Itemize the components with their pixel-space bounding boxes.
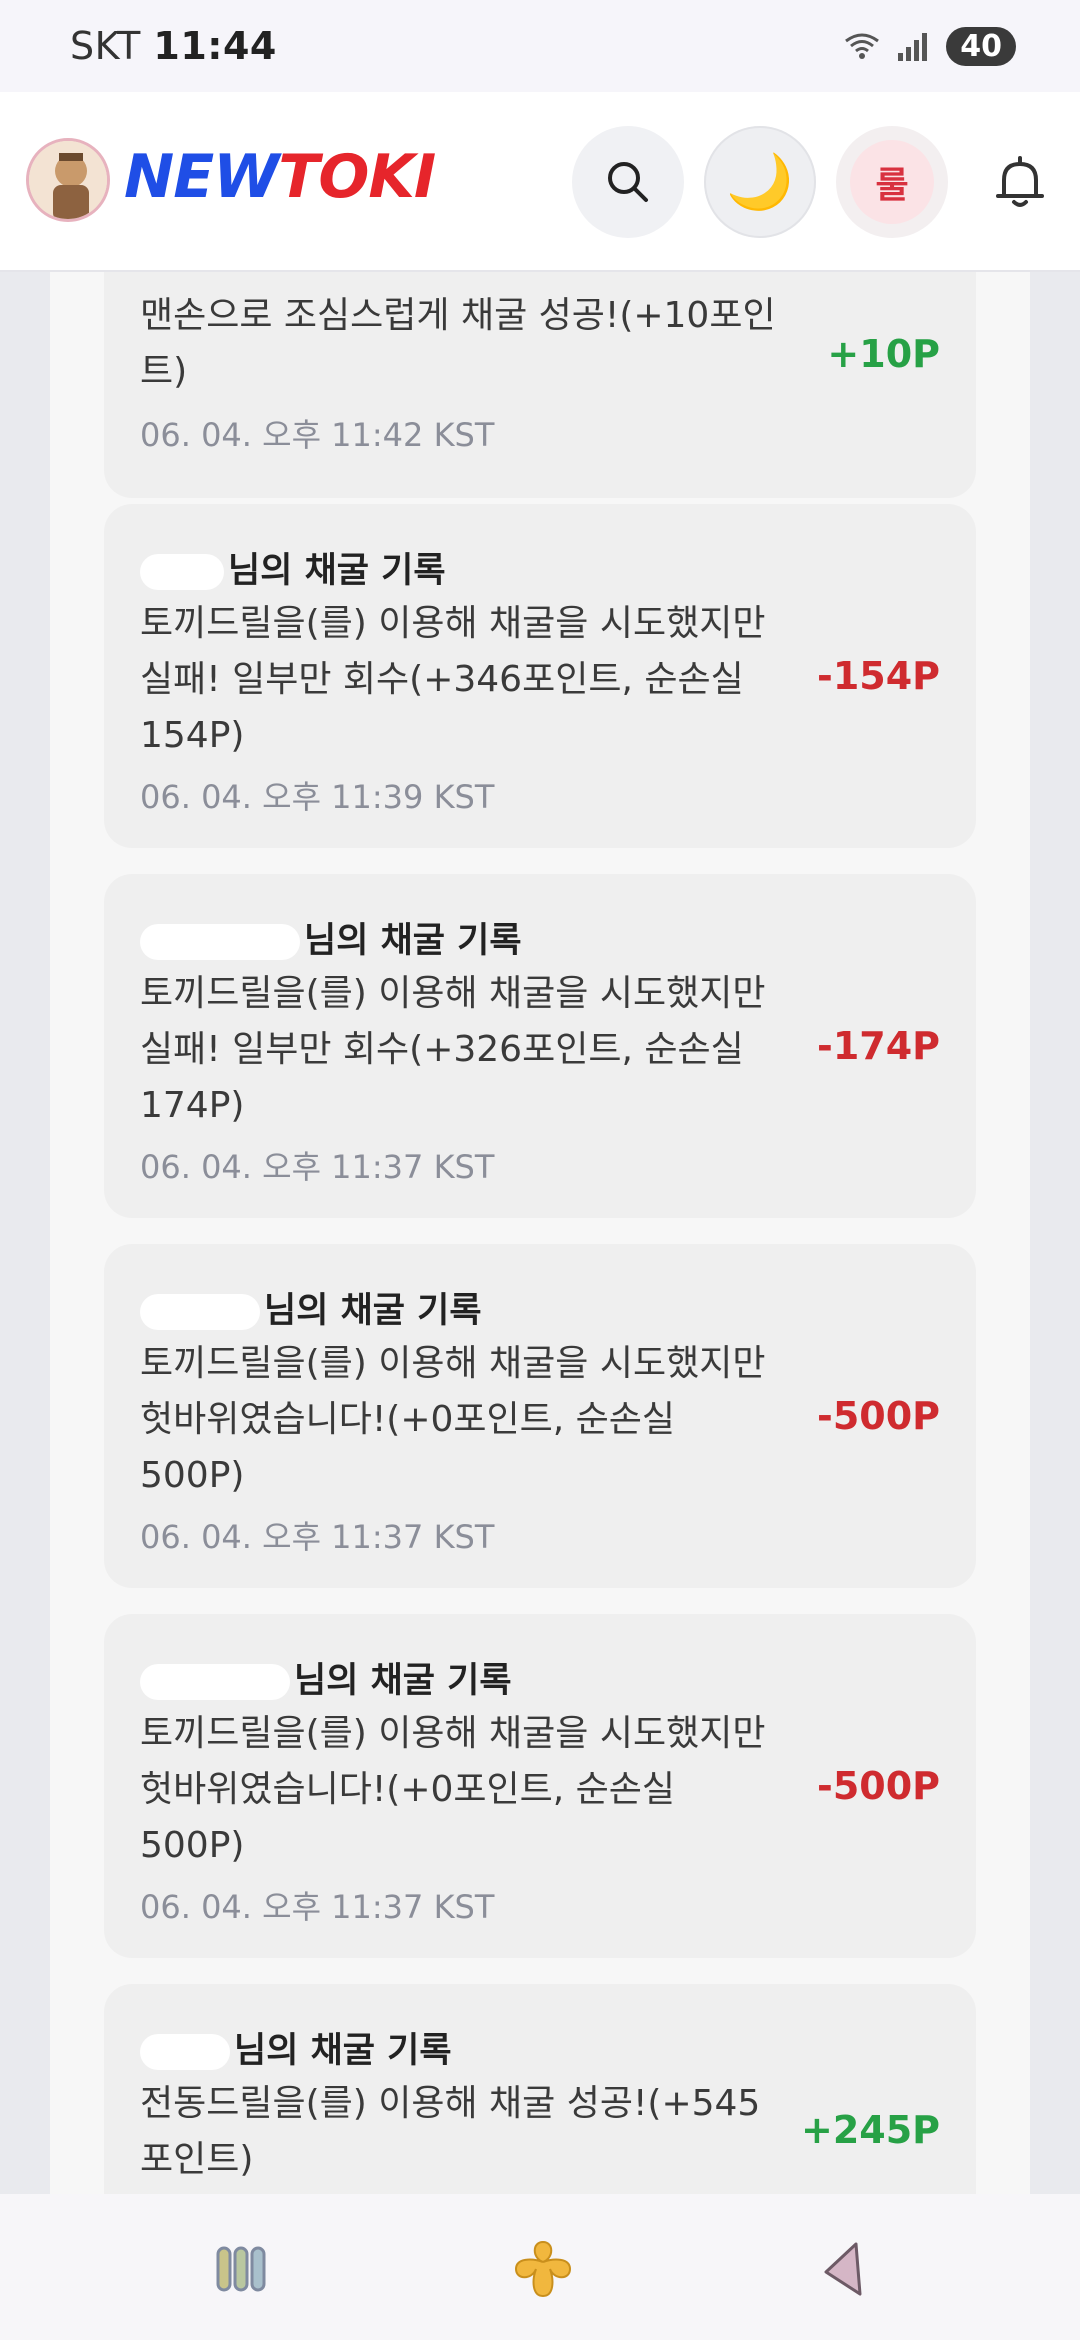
- record-title: 님의 채굴 기록: [140, 912, 522, 963]
- record-title: 님의 채굴 기록: [140, 2022, 452, 2073]
- record-message: 토끼드릴을(를) 이용해 채굴을 시도했지만 실패! 일부만 회수(+346포인…: [140, 603, 766, 756]
- avatar-logo: [29, 141, 107, 219]
- record-card: 님의 채굴 기록 토끼드릴을(를) 이용해 채굴을 시도했지만 헛바위였습니다!…: [104, 1244, 976, 1588]
- record-card: 님의 채굴 기록 토끼드릴을(를) 이용해 채굴을 시도했지만 헛바위였습니다!…: [104, 1614, 976, 1958]
- record-message: 전동드릴을(를) 이용해 채굴 성공!(+545포인트): [140, 2083, 761, 2180]
- record-time: 06. 04. 오후 11:42 KST: [140, 416, 495, 454]
- redacted-username: [140, 924, 300, 960]
- record-amount: +10P: [827, 332, 940, 376]
- status-right: 40: [842, 26, 1016, 66]
- record-card: 맨손으로 조심스럽게 채굴 성공!(+10포인트) 06. 04. 오후 11:…: [104, 272, 976, 498]
- record-time: 06. 04. 오후 11:39 KST: [140, 778, 495, 816]
- record-time: 06. 04. 오후 11:37 KST: [140, 1148, 495, 1186]
- record-amount: -500P: [817, 1394, 940, 1438]
- record-title-text: 님의 채굴 기록: [228, 551, 446, 591]
- record-title-text: 님의 채굴 기록: [304, 921, 522, 961]
- avatar[interactable]: [26, 138, 110, 222]
- battery-icon: 40: [946, 26, 1016, 66]
- record-title-text: 님의 채굴 기록: [264, 1291, 482, 1331]
- record-message: 맨손으로 조심스럽게 채굴 성공!(+10포인트): [140, 295, 776, 392]
- status-bar: SKT 11:44 40: [0, 0, 1080, 92]
- mining-record-list: 맨손으로 조심스럽게 채굴 성공!(+10포인트) 06. 04. 오후 11:…: [50, 272, 1030, 2194]
- record-title: 님의 채굴 기록: [140, 1652, 512, 1703]
- record-time: 06. 04. 오후 11:37 KST: [140, 1518, 495, 1556]
- back-icon[interactable]: [810, 2234, 880, 2304]
- record-time: 06. 04. 오후 11:37 KST: [140, 1888, 495, 1926]
- logo-new: NEW: [124, 142, 279, 212]
- theme-toggle-button[interactable]: 🌙: [704, 126, 816, 238]
- rule-button[interactable]: 룰: [836, 126, 948, 238]
- bell-icon[interactable]: [992, 154, 1048, 212]
- redacted-username: [140, 554, 224, 590]
- record-amount: +245P: [800, 2108, 940, 2152]
- record-message: 토끼드릴을(를) 이용해 채굴을 시도했지만 실패! 일부만 회수(+326포인…: [140, 973, 766, 1126]
- clock: 11:44: [153, 24, 277, 68]
- home-icon[interactable]: [508, 2234, 578, 2304]
- signal-icon: [898, 33, 928, 61]
- status-left: SKT 11:44: [70, 24, 277, 68]
- rule-label: 룰: [850, 140, 934, 224]
- record-card: 님의 채굴 기록 토끼드릴을(를) 이용해 채굴을 시도했지만 실패! 일부만 …: [104, 504, 976, 848]
- site-logo[interactable]: NEWTOKI: [124, 142, 436, 212]
- record-title-text: 님의 채굴 기록: [294, 1661, 512, 1701]
- record-amount: -174P: [817, 1024, 940, 1068]
- record-amount: -500P: [817, 1764, 940, 1808]
- search-button[interactable]: [572, 126, 684, 238]
- carrier-label: SKT: [70, 24, 141, 68]
- app-header: NEWTOKI 🌙 룰: [0, 92, 1080, 272]
- recent-apps-icon[interactable]: [206, 2234, 276, 2304]
- wifi-icon: [845, 33, 880, 59]
- logo-toki: TOKI: [278, 142, 436, 212]
- record-message: 토끼드릴을(를) 이용해 채굴을 시도했지만 헛바위였습니다!(+0포인트, 순…: [140, 1713, 766, 1866]
- redacted-username: [140, 1664, 290, 1700]
- redacted-username: [140, 1294, 260, 1330]
- record-title-text: 님의 채굴 기록: [234, 2031, 452, 2071]
- record-title: 님의 채굴 기록: [140, 542, 446, 593]
- record-amount: -154P: [817, 654, 940, 698]
- system-nav-bar: [0, 2194, 1080, 2340]
- record-card: 님의 채굴 기록 토끼드릴을(를) 이용해 채굴을 시도했지만 실패! 일부만 …: [104, 874, 976, 1218]
- moon-icon: 🌙: [726, 150, 794, 213]
- record-card: 님의 채굴 기록 전동드릴을(를) 이용해 채굴 성공!(+545포인트) +2…: [104, 1984, 976, 2194]
- record-message: 토끼드릴을(를) 이용해 채굴을 시도했지만 헛바위였습니다!(+0포인트, 순…: [140, 1343, 766, 1496]
- record-title: 님의 채굴 기록: [140, 1282, 482, 1333]
- search-icon: [608, 162, 648, 202]
- redacted-username: [140, 2034, 230, 2070]
